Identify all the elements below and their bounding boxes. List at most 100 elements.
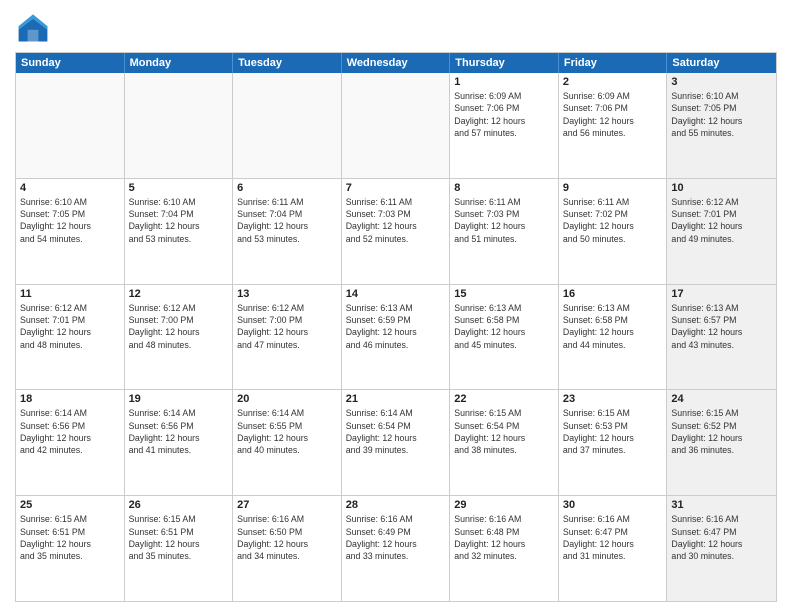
header-day-tuesday: Tuesday (233, 53, 342, 73)
day-info: Sunrise: 6:13 AM Sunset: 6:57 PM Dayligh… (671, 302, 772, 351)
calendar-row-3: 18 Sunrise: 6:14 AM Sunset: 6:56 PM Dayli… (16, 389, 776, 495)
calendar-cell: 24 Sunrise: 6:15 AM Sunset: 6:52 PM Dayli… (667, 390, 776, 495)
logo-icon (15, 10, 51, 46)
calendar-cell: 8 Sunrise: 6:11 AM Sunset: 7:03 PM Daylig… (450, 179, 559, 284)
header-day-saturday: Saturday (667, 53, 776, 73)
day-number: 19 (129, 393, 229, 405)
calendar-row-0: 1Sunrise: 6:09 AM Sunset: 7:06 PM Daylig… (16, 73, 776, 178)
day-info: Sunrise: 6:14 AM Sunset: 6:55 PM Dayligh… (237, 407, 337, 456)
calendar-body: 1Sunrise: 6:09 AM Sunset: 7:06 PM Daylig… (16, 73, 776, 601)
day-number: 21 (346, 393, 446, 405)
calendar-row-4: 25 Sunrise: 6:15 AM Sunset: 6:51 PM Dayli… (16, 495, 776, 601)
calendar-cell: 14 Sunrise: 6:13 AM Sunset: 6:59 PM Dayli… (342, 285, 451, 390)
calendar-cell: 15 Sunrise: 6:13 AM Sunset: 6:58 PM Dayli… (450, 285, 559, 390)
header-day-sunday: Sunday (16, 53, 125, 73)
calendar-header: SundayMondayTuesdayWednesdayThursdayFrid… (16, 53, 776, 73)
day-number: 9 (563, 182, 663, 194)
header-day-wednesday: Wednesday (342, 53, 451, 73)
day-number: 3 (671, 76, 772, 88)
day-info: Sunrise: 6:15 AM Sunset: 6:52 PM Dayligh… (671, 407, 772, 456)
page: SundayMondayTuesdayWednesdayThursdayFrid… (0, 0, 792, 612)
day-info: Sunrise: 6:16 AM Sunset: 6:48 PM Dayligh… (454, 513, 554, 562)
day-number: 26 (129, 499, 229, 511)
day-info: Sunrise: 6:15 AM Sunset: 6:54 PM Dayligh… (454, 407, 554, 456)
calendar-cell: 28 Sunrise: 6:16 AM Sunset: 6:49 PM Dayli… (342, 496, 451, 601)
day-info: Sunrise: 6:10 AM Sunset: 7:05 PM Dayligh… (671, 90, 772, 139)
day-number: 22 (454, 393, 554, 405)
day-info: Sunrise: 6:12 AM Sunset: 7:00 PM Dayligh… (129, 302, 229, 351)
day-number: 31 (671, 499, 772, 511)
calendar-cell: 20Sunrise: 6:14 AM Sunset: 6:55 PM Dayli… (233, 390, 342, 495)
day-info: Sunrise: 6:16 AM Sunset: 6:49 PM Dayligh… (346, 513, 446, 562)
day-info: Sunrise: 6:15 AM Sunset: 6:51 PM Dayligh… (20, 513, 120, 562)
day-number: 16 (563, 288, 663, 300)
calendar-cell: 26 Sunrise: 6:15 AM Sunset: 6:51 PM Dayli… (125, 496, 234, 601)
day-info: Sunrise: 6:12 AM Sunset: 7:00 PM Dayligh… (237, 302, 337, 351)
calendar-cell (233, 73, 342, 178)
calendar-cell: 1Sunrise: 6:09 AM Sunset: 7:06 PM Daylig… (450, 73, 559, 178)
day-info: Sunrise: 6:11 AM Sunset: 7:02 PM Dayligh… (563, 196, 663, 245)
calendar-cell: 31 Sunrise: 6:16 AM Sunset: 6:47 PM Dayli… (667, 496, 776, 601)
header-day-friday: Friday (559, 53, 668, 73)
day-number: 12 (129, 288, 229, 300)
day-info: Sunrise: 6:09 AM Sunset: 7:06 PM Dayligh… (563, 90, 663, 139)
calendar-cell: 21 Sunrise: 6:14 AM Sunset: 6:54 PM Dayli… (342, 390, 451, 495)
calendar-cell: 12 Sunrise: 6:12 AM Sunset: 7:00 PM Dayli… (125, 285, 234, 390)
day-info: Sunrise: 6:16 AM Sunset: 6:47 PM Dayligh… (671, 513, 772, 562)
calendar-cell: 23 Sunrise: 6:15 AM Sunset: 6:53 PM Dayli… (559, 390, 668, 495)
calendar-cell: 25 Sunrise: 6:15 AM Sunset: 6:51 PM Dayli… (16, 496, 125, 601)
day-number: 25 (20, 499, 120, 511)
day-info: Sunrise: 6:13 AM Sunset: 6:58 PM Dayligh… (563, 302, 663, 351)
day-info: Sunrise: 6:10 AM Sunset: 7:04 PM Dayligh… (129, 196, 229, 245)
day-number: 13 (237, 288, 337, 300)
day-info: Sunrise: 6:15 AM Sunset: 6:53 PM Dayligh… (563, 407, 663, 456)
calendar-cell: 19 Sunrise: 6:14 AM Sunset: 6:56 PM Dayli… (125, 390, 234, 495)
day-number: 30 (563, 499, 663, 511)
day-number: 27 (237, 499, 337, 511)
day-number: 4 (20, 182, 120, 194)
day-number: 23 (563, 393, 663, 405)
day-number: 24 (671, 393, 772, 405)
day-number: 8 (454, 182, 554, 194)
calendar-cell: 11 Sunrise: 6:12 AM Sunset: 7:01 PM Dayli… (16, 285, 125, 390)
day-info: Sunrise: 6:10 AM Sunset: 7:05 PM Dayligh… (20, 196, 120, 245)
calendar-cell (342, 73, 451, 178)
day-number: 14 (346, 288, 446, 300)
day-info: Sunrise: 6:14 AM Sunset: 6:56 PM Dayligh… (129, 407, 229, 456)
day-number: 18 (20, 393, 120, 405)
calendar-cell: 4 Sunrise: 6:10 AM Sunset: 7:05 PM Daylig… (16, 179, 125, 284)
header (15, 10, 777, 46)
day-number: 28 (346, 499, 446, 511)
calendar-cell: 17 Sunrise: 6:13 AM Sunset: 6:57 PM Dayli… (667, 285, 776, 390)
calendar-cell: 27 Sunrise: 6:16 AM Sunset: 6:50 PM Dayli… (233, 496, 342, 601)
day-info: Sunrise: 6:09 AM Sunset: 7:06 PM Dayligh… (454, 90, 554, 139)
day-info: Sunrise: 6:13 AM Sunset: 6:58 PM Dayligh… (454, 302, 554, 351)
calendar-row-2: 11 Sunrise: 6:12 AM Sunset: 7:01 PM Dayli… (16, 284, 776, 390)
calendar-cell: 30 Sunrise: 6:16 AM Sunset: 6:47 PM Dayli… (559, 496, 668, 601)
day-info: Sunrise: 6:12 AM Sunset: 7:01 PM Dayligh… (20, 302, 120, 351)
header-day-thursday: Thursday (450, 53, 559, 73)
calendar-cell: 18Sunrise: 6:14 AM Sunset: 6:56 PM Dayli… (16, 390, 125, 495)
calendar-cell: 29 Sunrise: 6:16 AM Sunset: 6:48 PM Dayli… (450, 496, 559, 601)
day-number: 15 (454, 288, 554, 300)
day-info: Sunrise: 6:16 AM Sunset: 6:47 PM Dayligh… (563, 513, 663, 562)
calendar-cell: 2Sunrise: 6:09 AM Sunset: 7:06 PM Daylig… (559, 73, 668, 178)
calendar-cell (16, 73, 125, 178)
calendar-cell (125, 73, 234, 178)
day-number: 10 (671, 182, 772, 194)
calendar-cell: 7Sunrise: 6:11 AM Sunset: 7:03 PM Daylig… (342, 179, 451, 284)
day-info: Sunrise: 6:11 AM Sunset: 7:03 PM Dayligh… (454, 196, 554, 245)
day-info: Sunrise: 6:13 AM Sunset: 6:59 PM Dayligh… (346, 302, 446, 351)
calendar-row-1: 4 Sunrise: 6:10 AM Sunset: 7:05 PM Daylig… (16, 178, 776, 284)
day-number: 5 (129, 182, 229, 194)
day-number: 17 (671, 288, 772, 300)
calendar-cell: 22 Sunrise: 6:15 AM Sunset: 6:54 PM Dayli… (450, 390, 559, 495)
day-info: Sunrise: 6:14 AM Sunset: 6:54 PM Dayligh… (346, 407, 446, 456)
calendar-cell: 6Sunrise: 6:11 AM Sunset: 7:04 PM Daylig… (233, 179, 342, 284)
day-number: 11 (20, 288, 120, 300)
calendar-cell: 9 Sunrise: 6:11 AM Sunset: 7:02 PM Daylig… (559, 179, 668, 284)
header-day-monday: Monday (125, 53, 234, 73)
day-info: Sunrise: 6:16 AM Sunset: 6:50 PM Dayligh… (237, 513, 337, 562)
day-info: Sunrise: 6:15 AM Sunset: 6:51 PM Dayligh… (129, 513, 229, 562)
day-number: 29 (454, 499, 554, 511)
